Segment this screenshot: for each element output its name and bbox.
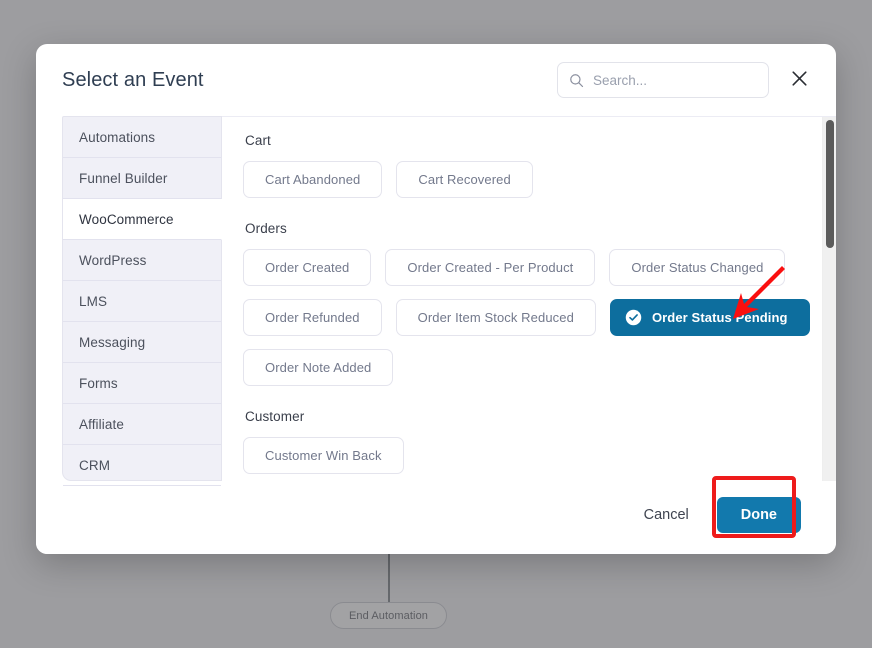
sidebar-item-messaging[interactable]: Messaging [63, 322, 221, 363]
sidebar-item-label: Affiliate [79, 416, 124, 432]
sidebar-item-automations[interactable]: Automations [63, 117, 221, 158]
event-chip-label: Cart Abandoned [265, 172, 361, 187]
event-chip-customer-win-back[interactable]: Customer Win Back [243, 437, 404, 474]
group-title-cart: Cart [245, 133, 271, 148]
cancel-button[interactable]: Cancel [642, 501, 691, 529]
sidebar-item-wordpress[interactable]: WordPress [63, 240, 221, 281]
sidebar-item-affiliate[interactable]: Affiliate [63, 404, 221, 445]
event-chip-label: Cart Recovered [418, 172, 511, 187]
modal-title: Select an Event [62, 68, 204, 91]
sidebar-item-label: Automations [79, 129, 156, 145]
event-chip-cart-abandoned[interactable]: Cart Abandoned [243, 161, 383, 198]
sidebar-item-crm[interactable]: CRM [63, 445, 221, 486]
group-title-customer: Customer [245, 409, 305, 424]
close-icon [790, 69, 809, 91]
search-box[interactable] [557, 62, 769, 98]
event-chip-label: Order Status Pending [651, 310, 788, 325]
sidebar-item-lms[interactable]: LMS [63, 281, 221, 322]
category-sidebar: Automations Funnel Builder WooCommerce Word… [62, 116, 222, 486]
group-title-orders: Orders [245, 221, 287, 236]
event-chip-order-status-pending[interactable]: Order Status Pending [609, 299, 810, 336]
chip-row-orders: Order Created Order Created - Per Product… [243, 249, 822, 386]
content-scrollbar-track[interactable] [822, 117, 836, 481]
event-chip-cart-recovered[interactable]: Cart Recovered [396, 161, 533, 198]
modal-body: Automations Funnel Builder WooCommerce Word… [36, 116, 836, 486]
sidebar-item-woocommerce[interactable]: WooCommerce [63, 199, 222, 240]
done-button-wrap: Done [716, 496, 801, 533]
close-button[interactable] [786, 67, 812, 93]
event-chip-label: Order Created - Per Product [407, 260, 574, 275]
event-chip-label: Order Note Added [265, 360, 372, 375]
sidebar-item-label: LMS [79, 293, 108, 309]
event-chip-order-note-added[interactable]: Order Note Added [243, 349, 394, 386]
event-chip-label: Order Item Stock Reduced [417, 310, 574, 325]
sidebar-item-funnel-builder[interactable]: Funnel Builder [63, 158, 221, 199]
event-chip-label: Customer Win Back [265, 448, 382, 463]
event-chip-label: Order Created [265, 260, 350, 275]
content-scrollbar-thumb[interactable] [826, 120, 834, 248]
done-button[interactable]: Done [716, 496, 801, 533]
header-actions [557, 62, 812, 98]
sidebar-item-label: Funnel Builder [79, 170, 168, 186]
event-chip-order-created[interactable]: Order Created [243, 249, 372, 286]
sidebar-item-label: Messaging [79, 334, 146, 350]
select-event-modal: Select an Event Search... Automations Fu… [36, 44, 836, 554]
event-chip-label: Order Status Changed [631, 260, 764, 275]
event-chip-order-refunded[interactable]: Order Refunded [243, 299, 382, 336]
sidebar-item-forms[interactable]: Forms [63, 363, 221, 404]
sidebar-item-label: WooCommerce [79, 211, 174, 227]
event-groups-scroll: Cart Cart Abandoned Cart Recovered Orders Or… [222, 117, 822, 481]
event-content-area: Cart Cart Abandoned Cart Recovered Orders Or… [222, 116, 836, 481]
chip-row-customer: Customer Win Back [243, 437, 822, 474]
event-chip-order-created-per-product[interactable]: Order Created - Per Product [385, 249, 596, 286]
event-chip-order-item-stock-reduced[interactable]: Order Item Stock Reduced [395, 299, 596, 336]
modal-header: Select an Event [36, 44, 836, 116]
search-input[interactable] [593, 72, 757, 88]
sidebar-item-label: CRM [79, 457, 111, 473]
sidebar-item-label: Forms [79, 375, 118, 391]
event-chip-order-status-changed[interactable]: Order Status Changed [609, 249, 786, 286]
modal-footer: Cancel Done [36, 481, 836, 554]
check-circle-icon [625, 309, 642, 326]
event-chip-label: Order Refunded [265, 310, 360, 325]
chip-row-cart: Cart Abandoned Cart Recovered [243, 161, 822, 198]
sidebar-item-label: WordPress [79, 252, 147, 268]
search-icon [569, 73, 584, 88]
